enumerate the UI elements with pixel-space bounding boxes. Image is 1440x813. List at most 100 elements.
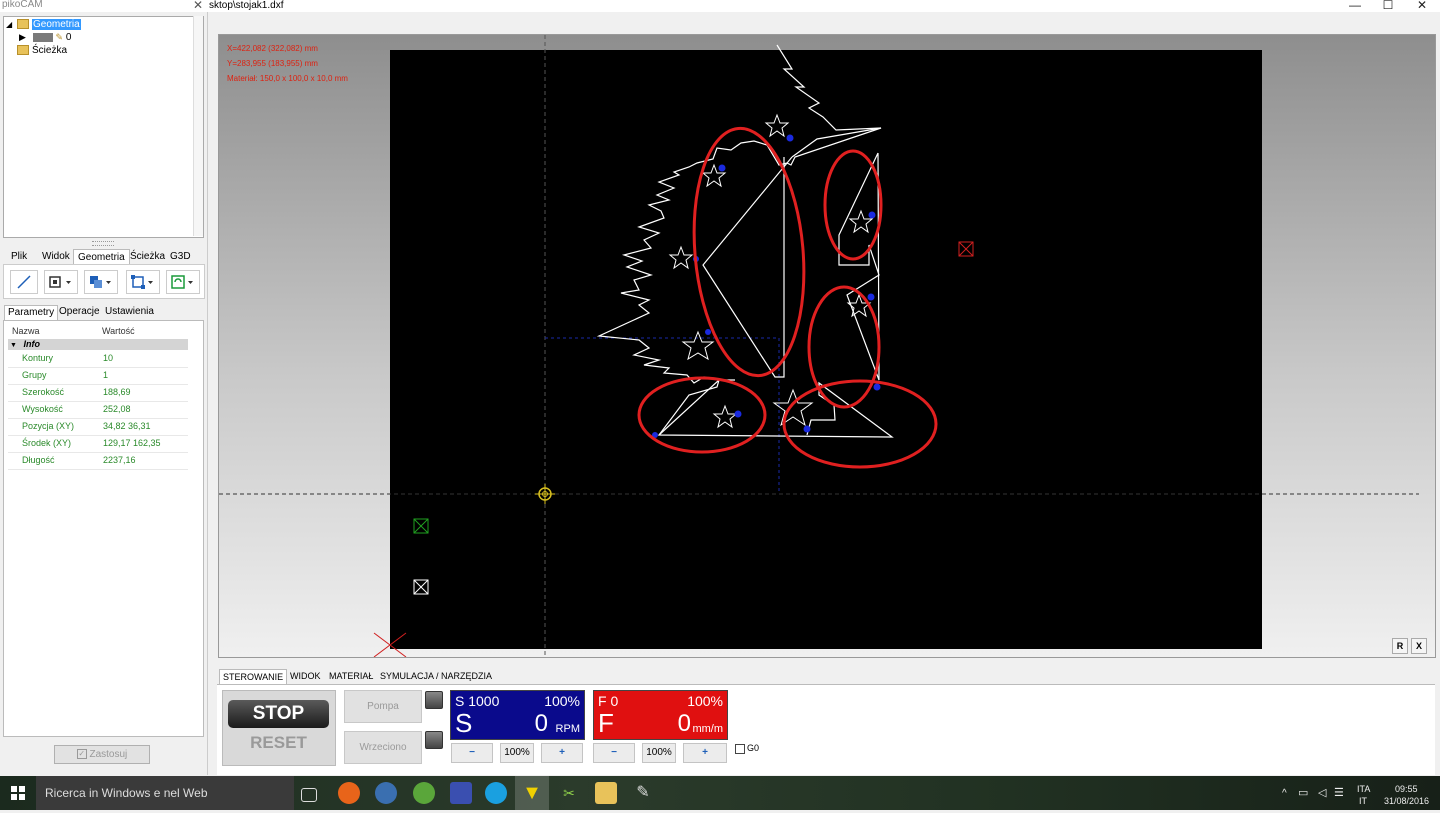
property-key: Długość <box>22 455 55 465</box>
reset-view-button[interactable]: R <box>1392 638 1408 654</box>
tray-network-icon[interactable]: ▭ <box>1298 786 1308 799</box>
cad-app-icon[interactable]: ✂ <box>558 782 580 804</box>
tree-scrollbar[interactable] <box>193 16 203 236</box>
tab-parametry[interactable]: Parametry <box>4 305 59 320</box>
property-value: 129,17 162,35 <box>103 438 161 448</box>
maximize-button[interactable]: ☐ <box>1371 0 1405 12</box>
tab-ustawienia[interactable]: Ustawienia <box>102 305 157 319</box>
tab-operacje[interactable]: Operacje <box>56 305 103 319</box>
tree-item-sciezka[interactable]: Ścieżka <box>17 44 67 57</box>
tab-geometria[interactable]: Geometria <box>73 249 130 265</box>
transform-tool-button[interactable] <box>126 270 160 294</box>
boolean-tool-button[interactable] <box>84 270 118 294</box>
frame-tool-button[interactable] <box>44 270 78 294</box>
category-info[interactable]: ▼ Info <box>8 339 188 350</box>
expand-arrow-icon[interactable]: ▶ <box>19 32 26 42</box>
spindle-plus-button[interactable]: + <box>541 743 583 763</box>
file-explorer-icon[interactable] <box>595 782 617 804</box>
start-point[interactable] <box>786 134 794 142</box>
paint-app-icon[interactable]: ✎ <box>632 782 654 804</box>
property-row[interactable]: Wysokość 252,08 <box>8 401 188 419</box>
spindle-100-button[interactable]: 100% <box>500 743 534 763</box>
save-app-icon[interactable] <box>450 782 472 804</box>
firefox-icon[interactable] <box>338 782 360 804</box>
property-row[interactable]: Szerokość 188,69 <box>8 384 188 402</box>
geometry-toolbar <box>3 264 205 299</box>
skype-icon[interactable] <box>485 782 507 804</box>
refresh-icon <box>171 275 193 289</box>
feed-100-button[interactable]: 100% <box>642 743 676 763</box>
start-point[interactable] <box>867 293 875 301</box>
minus-icon: − <box>611 747 617 758</box>
panel-splitter[interactable] <box>92 241 114 246</box>
tab-sciezka[interactable]: Ścieżka <box>126 249 169 264</box>
start-point[interactable] <box>873 383 881 391</box>
spindle-minus-button[interactable]: − <box>451 743 493 763</box>
tab-widok[interactable]: Widok <box>38 249 74 264</box>
tab-material[interactable]: MATERIAŁ <box>326 669 376 683</box>
title-bar: pikoCAM ✕ sktop\stojak1.dxf — ☐ ✕ <box>0 0 1440 12</box>
pompa-led-icon <box>425 691 443 709</box>
panel-close-icon[interactable]: ✕ <box>193 0 203 12</box>
tab-symulacja[interactable]: SYMULACJA / NARZĘDZIA <box>377 669 495 683</box>
utorrent-icon[interactable] <box>413 782 435 804</box>
tray-notification-icon[interactable]: ☰ <box>1334 786 1344 799</box>
property-key: Grupy <box>22 370 47 380</box>
property-row[interactable]: Grupy 1 <box>8 367 188 385</box>
lang-secondary[interactable]: IT <box>1359 796 1367 806</box>
red-marker-icon[interactable] <box>958 241 974 257</box>
tray-volume-icon[interactable]: ◁ <box>1318 786 1326 799</box>
pikocam-app-icon[interactable]: ▼ <box>521 782 543 804</box>
drawing-canvas[interactable] <box>219 35 1435 657</box>
start-point[interactable] <box>803 425 811 433</box>
wrzeciono-button[interactable]: Wrzeciono <box>344 731 422 764</box>
task-view-icon[interactable] <box>301 788 317 802</box>
apply-button[interactable]: ✓ Zastosuj <box>54 745 150 764</box>
close-view-button[interactable]: X <box>1411 638 1427 654</box>
start-point[interactable] <box>705 329 711 335</box>
minimize-button[interactable]: — <box>1338 0 1372 12</box>
app-title: pikoCAM <box>2 0 43 10</box>
line-tool-button[interactable] <box>10 270 38 294</box>
clock-date[interactable]: 31/08/2016 <box>1384 796 1429 806</box>
stop-button[interactable]: STOP <box>228 700 329 728</box>
start-point[interactable] <box>718 164 726 172</box>
collapse-arrow-icon[interactable]: ◢ <box>6 20 12 29</box>
pencil-icon: ✎ <box>55 32 64 42</box>
start-point[interactable] <box>734 410 742 418</box>
property-key: Pozycja (XY) <box>22 421 75 431</box>
feed-minus-button[interactable]: − <box>593 743 635 763</box>
property-row[interactable]: Kontury 10 <box>8 350 188 368</box>
tab-plik[interactable]: Plik <box>7 249 31 264</box>
cad-viewport[interactable]: X=422,082 (322,082) mm Y=283,955 (183,95… <box>218 34 1436 658</box>
tree-outline <box>596 44 894 438</box>
taskbar-search-box[interactable]: Ricerca in Windows e nel Web <box>36 776 294 810</box>
property-value: 1 <box>103 370 109 380</box>
feed-plus-button[interactable]: + <box>683 743 727 763</box>
folder-icon <box>17 19 29 30</box>
clock-time[interactable]: 09:55 <box>1395 784 1418 794</box>
g0-checkbox[interactable] <box>735 744 745 754</box>
tab-g3d[interactable]: G3D <box>166 249 195 264</box>
pompa-button[interactable]: Pompa <box>344 690 422 723</box>
frame-icon <box>49 276 71 288</box>
lang-primary[interactable]: ITA <box>1357 784 1370 794</box>
property-key: Wysokość <box>22 404 63 414</box>
tray-chevron-icon[interactable]: ^ <box>1282 788 1287 799</box>
white-marker-icon[interactable] <box>413 579 429 595</box>
close-button[interactable]: ✕ <box>1405 0 1439 12</box>
refresh-tool-button[interactable] <box>166 270 200 294</box>
tab-sterowanie[interactable]: STEROWANIE <box>219 669 288 684</box>
tree-item-geometria[interactable]: Geometria <box>17 18 81 31</box>
start-point[interactable] <box>868 211 876 219</box>
windows-start-button[interactable] <box>0 776 36 810</box>
feed-label: F 0 <box>598 693 619 709</box>
tab-widok-bottom[interactable]: WIDOK <box>287 669 324 683</box>
tree-item-layer[interactable]: ▶ ✎ 0 <box>19 31 71 44</box>
reset-button[interactable]: RESET <box>228 732 329 754</box>
green-marker-icon[interactable] <box>413 518 429 534</box>
property-row[interactable]: Długość 2237,16 <box>8 452 188 470</box>
browser-icon[interactable] <box>375 782 397 804</box>
property-row[interactable]: Pozycja (XY) 34,82 36,31 <box>8 418 188 436</box>
property-row[interactable]: Środek (XY) 129,17 162,35 <box>8 435 188 453</box>
